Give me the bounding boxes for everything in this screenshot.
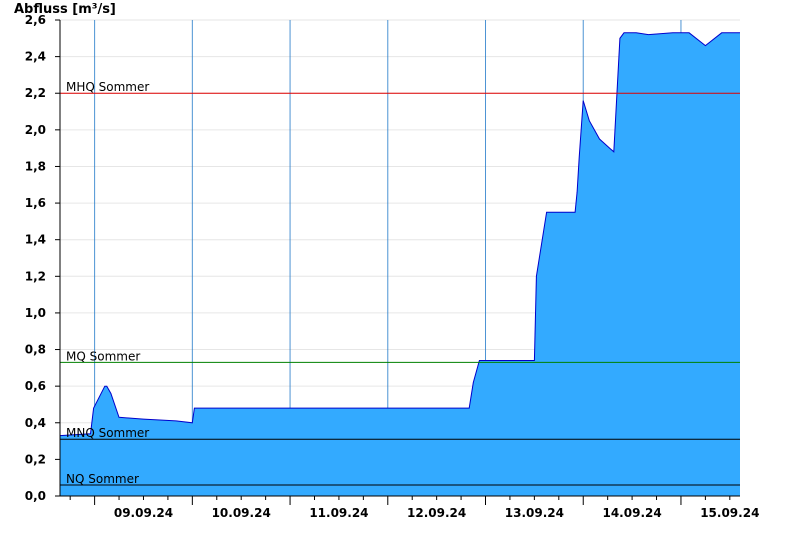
- y-tick-label-13: 2,6: [25, 13, 46, 27]
- discharge-chart: Abfluss [m³/s] MHQ SommerMQ SommerMNQ So…: [14, 2, 759, 520]
- x-tick-label-2: 11.09.24: [309, 506, 368, 520]
- y-tick-label-5: 1,0: [25, 306, 46, 320]
- y-tick-label-0: 0,0: [25, 489, 46, 503]
- x-tick-label-0: 09.09.24: [114, 506, 173, 520]
- y-tick-label-6: 1,2: [25, 269, 46, 283]
- y-tick-label-8: 1,6: [25, 196, 46, 210]
- x-tick-label-5: 14.09.24: [602, 506, 661, 520]
- x-tick-labels: 09.09.24 10.09.24 11.09.24 12.09.24 13.09.24…: [69, 496, 759, 520]
- y-tick-label-1: 0,2: [25, 452, 46, 466]
- x-tick-label-6: 15.09.24: [700, 506, 759, 520]
- y-tick-label-9: 1,8: [25, 159, 46, 173]
- y-tick-label-10: 2,0: [25, 123, 46, 137]
- reference-label-2: MNQ Sommer: [66, 426, 149, 440]
- discharge-fill: [60, 32, 740, 497]
- y-tick-label-7: 1,4: [25, 233, 46, 247]
- y-tick-label-11: 2,2: [25, 86, 46, 100]
- y-tick-labels: 0,0 0,2 0,4 0,6 0,8 1,0 1,2 1,4 1,6 1,8 2,0 2,2 2,4 2…: [25, 13, 60, 503]
- x-tick-label-3: 12.09.24: [407, 506, 466, 520]
- y-tick-label-3: 0,6: [25, 379, 46, 393]
- y-tick-label-4: 0,8: [25, 343, 46, 357]
- y-tick-label-2: 0,4: [25, 416, 46, 430]
- reference-label-3: NQ Sommer: [66, 472, 139, 486]
- reference-label-0: MHQ Sommer: [66, 80, 149, 94]
- reference-label-1: MQ Sommer: [66, 349, 140, 363]
- x-tick-label-1: 10.09.24: [212, 506, 271, 520]
- x-tick-label-4: 13.09.24: [505, 506, 564, 520]
- y-tick-label-12: 2,4: [25, 50, 46, 64]
- discharge-area: [59, 32, 740, 497]
